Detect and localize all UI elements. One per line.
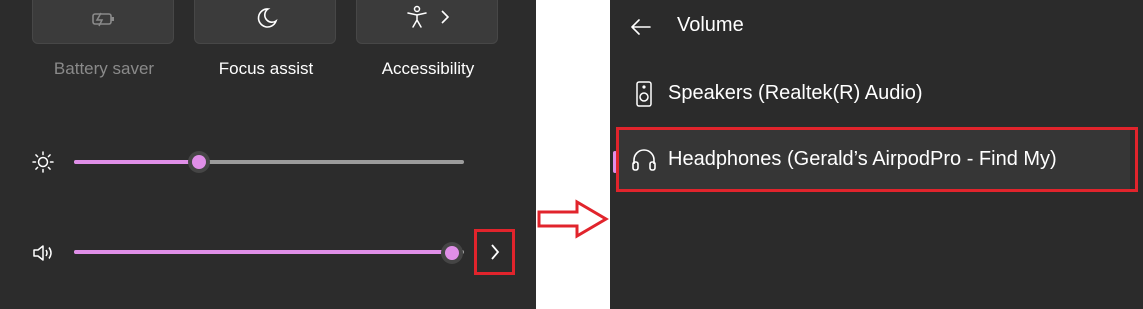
device-row-speakers[interactable]: Speakers (Realtek(R) Audio) [618, 64, 1130, 124]
volume-title: Volume [677, 14, 744, 36]
battery-saver-label: Battery saver [53, 59, 155, 78]
chevron-right-icon [441, 10, 450, 24]
focus-assist-tile[interactable] [194, 0, 336, 44]
volume-slider-fill [74, 250, 453, 254]
brightness-slider[interactable] [74, 160, 464, 164]
battery-saver-icon [92, 12, 114, 27]
speaker-volume-icon [33, 245, 52, 261]
brightness-slider-fill [74, 160, 199, 164]
back-button[interactable] [624, 12, 660, 42]
volume-slider-thumb[interactable] [441, 242, 464, 264]
device-label-speakers: Speakers (Realtek(R) Audio) [668, 82, 923, 104]
quick-settings-panel: Battery saver Focus assist Accessibility [0, 0, 536, 309]
volume-output-panel: Volume Speakers (Realtek(R) Audio) Headp… [610, 0, 1143, 309]
accessibility-label: Accessibility [381, 59, 475, 78]
volume-slider[interactable] [74, 250, 464, 254]
brightness-slider-thumb[interactable] [187, 151, 210, 173]
accessibility-tile[interactable] [356, 0, 498, 44]
focus-assist-label: Focus assist [218, 59, 314, 78]
battery-saver-tile[interactable] [32, 0, 174, 44]
speaker-device-icon [636, 81, 652, 107]
arrow-left-icon [631, 19, 651, 35]
accessibility-icon [407, 5, 427, 28]
sun-icon [32, 151, 54, 173]
arrow-right-icon [537, 199, 609, 239]
volume-more-highlight [474, 229, 515, 275]
headphones-highlight [616, 127, 1138, 192]
moon-icon [257, 8, 278, 28]
